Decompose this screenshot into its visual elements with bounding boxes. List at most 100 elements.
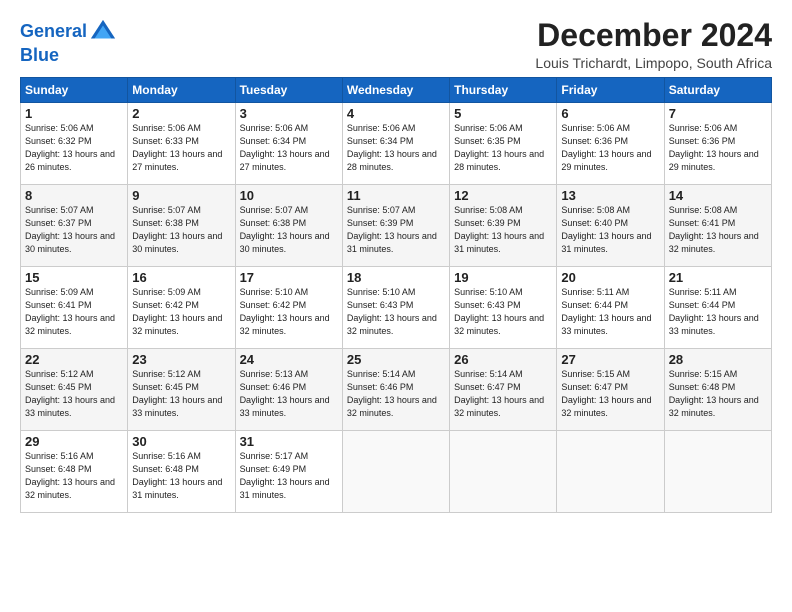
cell-details: Sunrise: 5:08 AMSunset: 6:39 PMDaylight:… xyxy=(454,204,552,256)
day-number: 13 xyxy=(561,188,659,203)
calendar-week-row: 29 Sunrise: 5:16 AMSunset: 6:48 PMDaylig… xyxy=(21,431,772,513)
calendar-cell: 9 Sunrise: 5:07 AMSunset: 6:38 PMDayligh… xyxy=(128,185,235,267)
day-number: 27 xyxy=(561,352,659,367)
day-number: 29 xyxy=(25,434,123,449)
day-number: 9 xyxy=(132,188,230,203)
calendar-cell: 22 Sunrise: 5:12 AMSunset: 6:45 PMDaylig… xyxy=(21,349,128,431)
day-number: 16 xyxy=(132,270,230,285)
cell-details: Sunrise: 5:15 AMSunset: 6:47 PMDaylight:… xyxy=(561,368,659,420)
cell-details: Sunrise: 5:13 AMSunset: 6:46 PMDaylight:… xyxy=(240,368,338,420)
calendar-week-row: 1 Sunrise: 5:06 AMSunset: 6:32 PMDayligh… xyxy=(21,103,772,185)
cell-details: Sunrise: 5:07 AMSunset: 6:38 PMDaylight:… xyxy=(240,204,338,256)
calendar-cell: 8 Sunrise: 5:07 AMSunset: 6:37 PMDayligh… xyxy=(21,185,128,267)
calendar-cell: 10 Sunrise: 5:07 AMSunset: 6:38 PMDaylig… xyxy=(235,185,342,267)
calendar-cell: 17 Sunrise: 5:10 AMSunset: 6:42 PMDaylig… xyxy=(235,267,342,349)
logo: General Blue xyxy=(20,18,117,66)
cell-details: Sunrise: 5:11 AMSunset: 6:44 PMDaylight:… xyxy=(561,286,659,338)
calendar-cell: 30 Sunrise: 5:16 AMSunset: 6:48 PMDaylig… xyxy=(128,431,235,513)
day-number: 31 xyxy=(240,434,338,449)
day-number: 6 xyxy=(561,106,659,121)
calendar-cell: 6 Sunrise: 5:06 AMSunset: 6:36 PMDayligh… xyxy=(557,103,664,185)
weekday-header: Thursday xyxy=(450,78,557,103)
cell-details: Sunrise: 5:11 AMSunset: 6:44 PMDaylight:… xyxy=(669,286,767,338)
header: General Blue December 2024 Louis Trichar… xyxy=(20,18,772,71)
calendar-cell xyxy=(557,431,664,513)
day-number: 24 xyxy=(240,352,338,367)
calendar-cell: 5 Sunrise: 5:06 AMSunset: 6:35 PMDayligh… xyxy=(450,103,557,185)
day-number: 12 xyxy=(454,188,552,203)
month-title: December 2024 xyxy=(535,18,772,53)
calendar-week-row: 8 Sunrise: 5:07 AMSunset: 6:37 PMDayligh… xyxy=(21,185,772,267)
cell-details: Sunrise: 5:07 AMSunset: 6:39 PMDaylight:… xyxy=(347,204,445,256)
cell-details: Sunrise: 5:15 AMSunset: 6:48 PMDaylight:… xyxy=(669,368,767,420)
day-number: 17 xyxy=(240,270,338,285)
day-number: 20 xyxy=(561,270,659,285)
calendar-cell: 26 Sunrise: 5:14 AMSunset: 6:47 PMDaylig… xyxy=(450,349,557,431)
cell-details: Sunrise: 5:09 AMSunset: 6:41 PMDaylight:… xyxy=(25,286,123,338)
day-number: 23 xyxy=(132,352,230,367)
cell-details: Sunrise: 5:16 AMSunset: 6:48 PMDaylight:… xyxy=(25,450,123,502)
cell-details: Sunrise: 5:10 AMSunset: 6:43 PMDaylight:… xyxy=(347,286,445,338)
day-number: 11 xyxy=(347,188,445,203)
cell-details: Sunrise: 5:07 AMSunset: 6:38 PMDaylight:… xyxy=(132,204,230,256)
cell-details: Sunrise: 5:07 AMSunset: 6:37 PMDaylight:… xyxy=(25,204,123,256)
calendar-cell: 24 Sunrise: 5:13 AMSunset: 6:46 PMDaylig… xyxy=(235,349,342,431)
cell-details: Sunrise: 5:12 AMSunset: 6:45 PMDaylight:… xyxy=(25,368,123,420)
day-number: 8 xyxy=(25,188,123,203)
day-number: 21 xyxy=(669,270,767,285)
day-number: 25 xyxy=(347,352,445,367)
day-number: 7 xyxy=(669,106,767,121)
day-number: 2 xyxy=(132,106,230,121)
calendar-cell: 2 Sunrise: 5:06 AMSunset: 6:33 PMDayligh… xyxy=(128,103,235,185)
day-number: 3 xyxy=(240,106,338,121)
day-number: 30 xyxy=(132,434,230,449)
title-block: December 2024 Louis Trichardt, Limpopo, … xyxy=(535,18,772,71)
day-number: 18 xyxy=(347,270,445,285)
calendar-cell: 31 Sunrise: 5:17 AMSunset: 6:49 PMDaylig… xyxy=(235,431,342,513)
cell-details: Sunrise: 5:08 AMSunset: 6:41 PMDaylight:… xyxy=(669,204,767,256)
calendar-cell: 29 Sunrise: 5:16 AMSunset: 6:48 PMDaylig… xyxy=(21,431,128,513)
calendar-cell xyxy=(664,431,771,513)
calendar-cell: 23 Sunrise: 5:12 AMSunset: 6:45 PMDaylig… xyxy=(128,349,235,431)
calendar-cell xyxy=(342,431,449,513)
calendar-cell: 16 Sunrise: 5:09 AMSunset: 6:42 PMDaylig… xyxy=(128,267,235,349)
day-number: 1 xyxy=(25,106,123,121)
calendar-week-row: 22 Sunrise: 5:12 AMSunset: 6:45 PMDaylig… xyxy=(21,349,772,431)
cell-details: Sunrise: 5:09 AMSunset: 6:42 PMDaylight:… xyxy=(132,286,230,338)
weekday-header: Wednesday xyxy=(342,78,449,103)
logo-text: General xyxy=(20,22,87,42)
logo-blue: Blue xyxy=(20,46,117,66)
calendar-cell: 7 Sunrise: 5:06 AMSunset: 6:36 PMDayligh… xyxy=(664,103,771,185)
cell-details: Sunrise: 5:14 AMSunset: 6:47 PMDaylight:… xyxy=(454,368,552,420)
weekday-header-row: SundayMondayTuesdayWednesdayThursdayFrid… xyxy=(21,78,772,103)
day-number: 22 xyxy=(25,352,123,367)
weekday-header: Monday xyxy=(128,78,235,103)
calendar-cell: 11 Sunrise: 5:07 AMSunset: 6:39 PMDaylig… xyxy=(342,185,449,267)
calendar-table: SundayMondayTuesdayWednesdayThursdayFrid… xyxy=(20,77,772,513)
cell-details: Sunrise: 5:06 AMSunset: 6:32 PMDaylight:… xyxy=(25,122,123,174)
calendar-cell: 27 Sunrise: 5:15 AMSunset: 6:47 PMDaylig… xyxy=(557,349,664,431)
calendar-cell: 18 Sunrise: 5:10 AMSunset: 6:43 PMDaylig… xyxy=(342,267,449,349)
cell-details: Sunrise: 5:14 AMSunset: 6:46 PMDaylight:… xyxy=(347,368,445,420)
weekday-header: Tuesday xyxy=(235,78,342,103)
day-number: 19 xyxy=(454,270,552,285)
calendar-cell: 28 Sunrise: 5:15 AMSunset: 6:48 PMDaylig… xyxy=(664,349,771,431)
weekday-header: Sunday xyxy=(21,78,128,103)
day-number: 5 xyxy=(454,106,552,121)
cell-details: Sunrise: 5:17 AMSunset: 6:49 PMDaylight:… xyxy=(240,450,338,502)
day-number: 14 xyxy=(669,188,767,203)
calendar-cell xyxy=(450,431,557,513)
calendar-cell: 21 Sunrise: 5:11 AMSunset: 6:44 PMDaylig… xyxy=(664,267,771,349)
cell-details: Sunrise: 5:08 AMSunset: 6:40 PMDaylight:… xyxy=(561,204,659,256)
day-number: 28 xyxy=(669,352,767,367)
cell-details: Sunrise: 5:06 AMSunset: 6:36 PMDaylight:… xyxy=(669,122,767,174)
day-number: 26 xyxy=(454,352,552,367)
calendar-cell: 4 Sunrise: 5:06 AMSunset: 6:34 PMDayligh… xyxy=(342,103,449,185)
calendar-cell: 20 Sunrise: 5:11 AMSunset: 6:44 PMDaylig… xyxy=(557,267,664,349)
calendar-cell: 25 Sunrise: 5:14 AMSunset: 6:46 PMDaylig… xyxy=(342,349,449,431)
day-number: 10 xyxy=(240,188,338,203)
cell-details: Sunrise: 5:10 AMSunset: 6:42 PMDaylight:… xyxy=(240,286,338,338)
cell-details: Sunrise: 5:06 AMSunset: 6:34 PMDaylight:… xyxy=(240,122,338,174)
calendar-cell: 3 Sunrise: 5:06 AMSunset: 6:34 PMDayligh… xyxy=(235,103,342,185)
calendar-cell: 12 Sunrise: 5:08 AMSunset: 6:39 PMDaylig… xyxy=(450,185,557,267)
